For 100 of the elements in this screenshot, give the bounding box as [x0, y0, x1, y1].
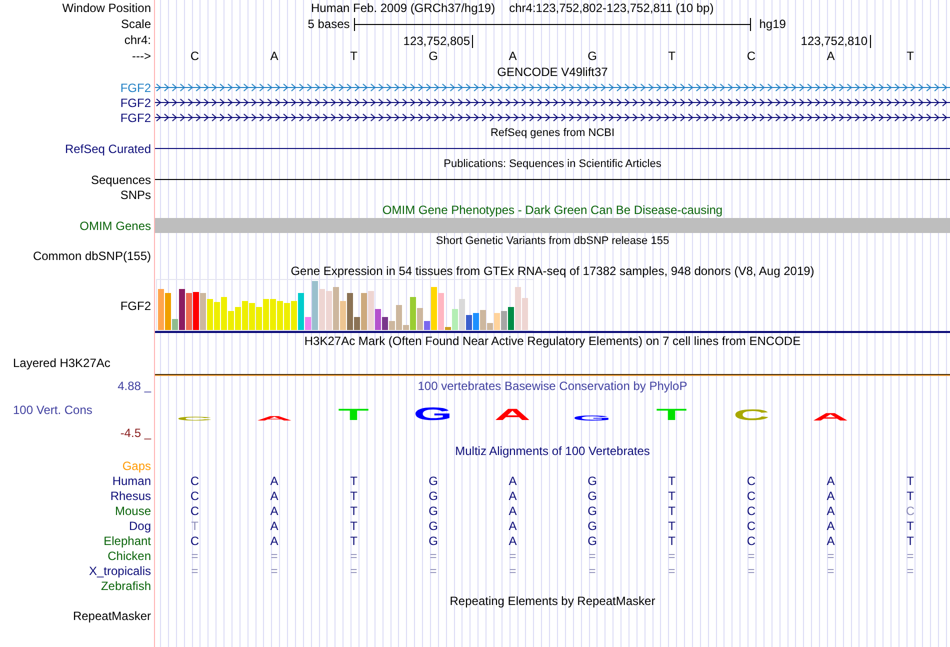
species-label: Mouse	[114, 504, 151, 518]
species-label: Dog	[128, 518, 151, 532]
base-letter: A	[270, 49, 278, 63]
alignment-base: G	[428, 534, 438, 548]
alignment-base: G	[588, 488, 597, 502]
alignment-base: C	[190, 474, 200, 488]
alignment-base: G	[588, 518, 597, 532]
track-title: 100 vertebrates Basewise Conservation by PhyloP	[418, 379, 688, 393]
alignment-base: C	[746, 534, 756, 548]
alignment-base: C	[190, 504, 200, 518]
gene-arrows-drawing[interactable]	[155, 113, 950, 122]
alignment-base: =	[668, 548, 676, 562]
assembly-text: Human Feb. 2009 (GRCh37/hg19)	[311, 1, 496, 15]
alignment-base: T	[350, 518, 358, 532]
alignment-base: A	[270, 488, 278, 502]
alignment-base: T	[906, 518, 914, 532]
alignment-base: A	[508, 488, 517, 502]
logo-letter: G	[414, 408, 453, 421]
species-label: Zebrafish	[100, 578, 151, 592]
alignment-base: A	[508, 504, 517, 518]
base-letter: T	[668, 49, 676, 63]
alignment-base: A	[270, 474, 278, 488]
logo-letter: C	[733, 410, 770, 421]
species-label: X_tropicalis	[88, 564, 151, 578]
alignment-base: C	[190, 488, 200, 502]
track-title: H3K27Ac Mark (Often Found Near Active Regulatory Elements) on 7 cell lines from ENCODE	[304, 334, 801, 348]
alignment-base: T	[350, 474, 358, 488]
track-label: OMIM Genes	[80, 218, 151, 232]
alignment-base: C	[746, 474, 756, 488]
scale-text: 5 bases	[308, 17, 351, 31]
track-title: Repeating Elements by RepeatMasker	[450, 594, 656, 608]
base-letter: T	[906, 49, 914, 63]
base-letter: C	[190, 49, 200, 63]
alignment-base: A	[270, 518, 278, 532]
alignment-base: A	[826, 518, 835, 532]
alignment-base: T	[668, 474, 676, 488]
species-label: Chicken	[108, 548, 151, 562]
logo-letter: T	[338, 409, 370, 421]
alignment-base: A	[508, 534, 517, 548]
alignment-base: G	[428, 474, 438, 488]
track-label: RefSeq Curated	[64, 142, 151, 156]
coordinate-tick: 123,752,805	[403, 35, 473, 48]
logo-letter: T	[656, 409, 688, 421]
alignment-base: C	[746, 488, 756, 502]
alignment-base: =	[906, 548, 914, 562]
alignment-base: =	[668, 564, 676, 578]
alignment-base: C	[746, 504, 756, 518]
track-title: Multiz Alignments of 100 Vertebrates	[455, 444, 650, 458]
alignment-base: C	[906, 504, 915, 518]
alignment-base: =	[906, 564, 914, 578]
assembly-label: hg19	[758, 17, 787, 31]
alignment-base: A	[270, 534, 278, 548]
alignment-base: T	[350, 504, 358, 518]
alignment-base: =	[588, 548, 596, 562]
gene-arrows-drawing[interactable]	[155, 98, 950, 107]
alignment-base: T	[906, 474, 914, 488]
strand-label: --->	[132, 49, 151, 63]
alignment-base: A	[826, 504, 835, 518]
alignment-base: T	[668, 488, 676, 502]
alignment-base: T	[906, 488, 914, 502]
alignment-base: =	[191, 548, 198, 562]
alignment-base: =	[588, 564, 596, 578]
alignment-base: G	[588, 504, 597, 518]
alignment-base: =	[350, 548, 358, 562]
track-title: Publications: Sequences in Scientific Articles	[444, 157, 662, 171]
alignment-base: C	[746, 518, 756, 532]
track-label: Layered H3K27Ac	[13, 356, 110, 370]
axis-max-label: 4.88 _	[116, 379, 151, 393]
alignment-base: A	[826, 534, 835, 548]
alignment-base: G	[588, 534, 597, 548]
alignment-base: T	[668, 518, 676, 532]
base-letter: G	[588, 49, 597, 63]
alignment-base: =	[509, 564, 516, 578]
alignment-base: G	[428, 504, 438, 518]
alignment-base: =	[270, 564, 278, 578]
track-label: Common dbSNP(155)	[32, 248, 151, 262]
track-label: Scale	[120, 17, 151, 31]
track-label: Sequences	[90, 172, 151, 186]
base-letter: G	[428, 49, 438, 63]
alignment-base: A	[826, 488, 835, 502]
alignment-base: =	[748, 548, 755, 562]
alignment-base: =	[509, 548, 516, 562]
alignment-base: T	[668, 534, 676, 548]
track-label: chr4:	[124, 33, 151, 47]
axis-min-label: -4.5 _	[119, 426, 151, 440]
alignment-base: =	[430, 564, 437, 578]
track-label: Gaps	[122, 458, 151, 472]
track-label: Window Position	[62, 1, 151, 15]
gene-label[interactable]: FGF2	[120, 110, 151, 124]
alignment-base: T	[906, 534, 914, 548]
base-letter: A	[508, 49, 517, 63]
gene-label[interactable]: FGF2	[120, 96, 151, 110]
track-title: RefSeq genes from NCBI	[490, 126, 615, 140]
logo-letter: A	[812, 413, 849, 421]
track-label: 100 Vert. Cons	[12, 402, 94, 416]
track-title: GENCODE V49lift37	[497, 65, 608, 79]
gene-label[interactable]: FGF2	[120, 80, 151, 94]
alignment-base: =	[827, 548, 834, 562]
alignment-base: =	[191, 564, 198, 578]
alignment-base: =	[350, 564, 358, 578]
